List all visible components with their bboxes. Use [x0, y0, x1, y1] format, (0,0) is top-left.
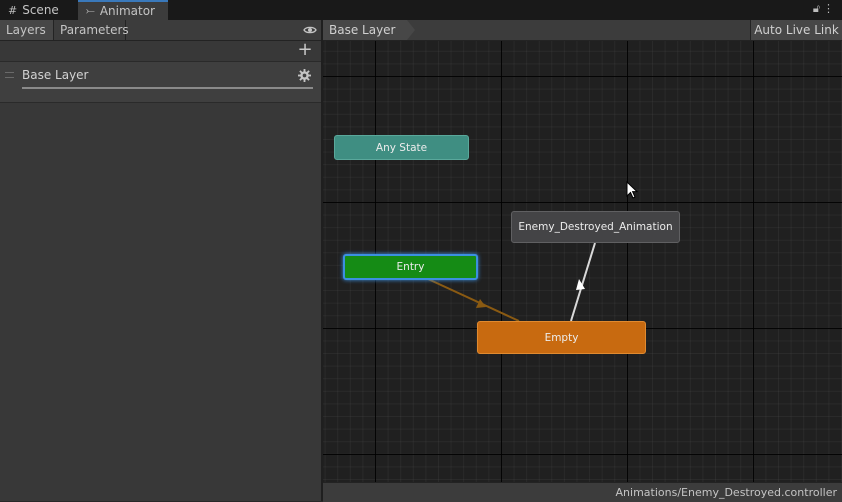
layers-toolbar: Layers Parameters [0, 20, 321, 41]
layers-tab[interactable]: Layers [0, 20, 54, 40]
empty-state-node[interactable]: Empty [477, 321, 646, 354]
breadcrumb-arrow [407, 20, 415, 40]
layer-name: Base Layer [22, 68, 89, 82]
grid-icon: # [8, 3, 18, 17]
status-bar: Animations/Enemy_Destroyed.controller [323, 482, 842, 502]
entry-node[interactable]: Entry [343, 254, 478, 280]
controller-path: Animations/Enemy_Destroyed.controller [615, 486, 837, 499]
any-state-node[interactable]: Any State [334, 135, 469, 160]
parameters-tab[interactable]: Parameters [54, 20, 129, 40]
entry-transition-arrow [476, 299, 486, 308]
empty-to-enemy-transition[interactable] [570, 242, 596, 322]
mouse-cursor-icon [626, 181, 638, 199]
gear-icon[interactable] [298, 69, 311, 82]
state-machine-graph[interactable]: Any State Entry Enemy_Destroyed_Animatio… [323, 41, 842, 482]
layer-item-base-layer[interactable]: Base Layer [0, 61, 321, 103]
entry-default-transition[interactable] [427, 278, 520, 322]
enemy-destroyed-animation-node[interactable]: Enemy_Destroyed_Animation [511, 211, 680, 243]
eye-icon[interactable] [303, 23, 317, 37]
editor-tab-bar: # Scene ⤚ Animator 🔓︎ ⋮ [0, 0, 842, 20]
animator-icon: ⤚ [86, 4, 95, 17]
tab-animator-label: Animator [99, 4, 155, 18]
breadcrumb[interactable]: Base Layer [323, 20, 407, 40]
auto-live-link-button[interactable]: Auto Live Link [750, 20, 842, 40]
tab-animator[interactable]: ⤚ Animator [78, 0, 168, 20]
add-layer-button[interactable]: + [297, 40, 313, 60]
more-options-icon[interactable]: ⋮ [823, 2, 834, 15]
layer-weight-slider[interactable] [22, 87, 313, 89]
tab-scene-label: Scene [22, 3, 59, 17]
tab-scene[interactable]: # Scene [0, 0, 78, 20]
layers-panel: Layers Parameters + Base Layer [0, 20, 321, 501]
graph-toolbar: Base Layer Auto Live Link [323, 20, 842, 41]
lock-icon[interactable]: 🔓︎ [813, 2, 820, 16]
drag-handle-icon[interactable] [5, 72, 14, 78]
